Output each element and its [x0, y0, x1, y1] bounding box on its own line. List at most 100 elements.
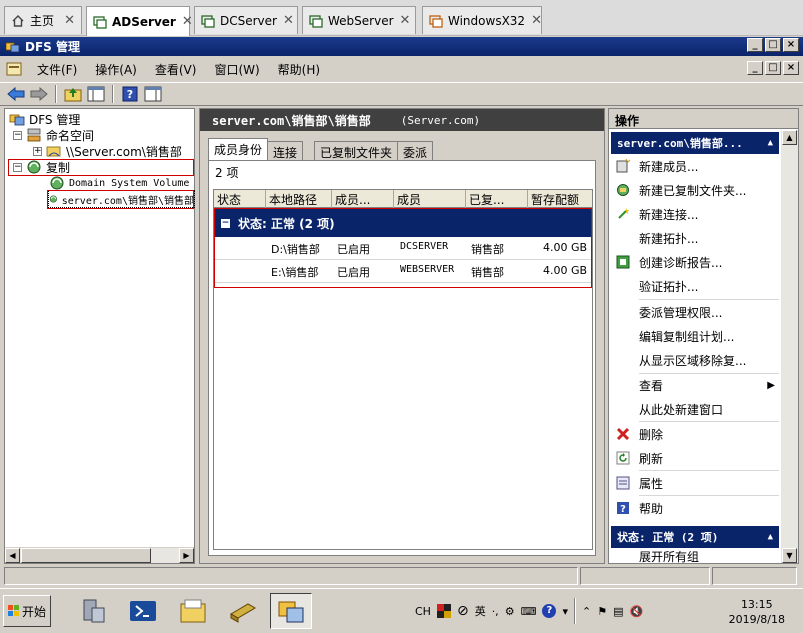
action-expand-all-groups[interactable]: 展开所有组: [611, 549, 777, 564]
action-create-diagnostic-report[interactable]: 创建诊断报告...: [611, 250, 777, 274]
show-hide-console-tree-button[interactable]: [86, 84, 106, 104]
folder-up-icon: [64, 88, 82, 102]
column-header-status[interactable]: 状态: [214, 190, 266, 208]
menu-help[interactable]: 帮助(H): [269, 59, 329, 80]
close-icon[interactable]: ✕: [400, 13, 411, 28]
tab-connections[interactable]: 连接: [267, 141, 304, 161]
expand-toggle[interactable]: +: [33, 146, 42, 156]
menu-action[interactable]: 操作(A): [86, 59, 146, 80]
action-new-replicated-folder[interactable]: 新建已复制文件夹...: [611, 178, 777, 202]
action-new-window-from-here[interactable]: 从此处新建窗口: [611, 397, 777, 421]
tab-home[interactable]: 主页 ✕: [4, 6, 82, 34]
tab-windowsx32[interactable]: WindowsX32 ✕: [422, 6, 542, 34]
tree-horizontal-scrollbar[interactable]: ◀ ▶: [5, 547, 194, 563]
namespace-icon: [27, 128, 41, 142]
back-button[interactable]: [6, 84, 26, 104]
vm-icon: [429, 14, 443, 28]
ime-options-icon[interactable]: ▾: [562, 605, 568, 618]
scroll-up-button[interactable]: ▲: [782, 130, 797, 145]
actions-vertical-scrollbar[interactable]: ▲ ▼: [781, 130, 798, 563]
action-center-flag-icon[interactable]: ⚑: [597, 605, 607, 618]
tree-node-namespaces[interactable]: − 命名空间: [13, 127, 94, 143]
action-view[interactable]: 查看 ▶: [611, 373, 777, 397]
action-delegate-management[interactable]: 委派管理权限...: [611, 300, 777, 324]
action-remove-from-display[interactable]: 从显示区域移除复...: [611, 348, 777, 372]
action-new-connection[interactable]: 新建连接...: [611, 202, 777, 226]
scroll-thumb[interactable]: [21, 548, 151, 563]
close-icon[interactable]: ✕: [64, 13, 75, 28]
taskbar-powershell[interactable]: [122, 593, 164, 629]
up-level-button[interactable]: [63, 84, 83, 104]
column-header-local-path[interactable]: 本地路径: [266, 190, 332, 208]
ime-disabled-icon[interactable]: ⊘: [457, 603, 469, 619]
taskbar-server-manager[interactable]: [72, 593, 114, 629]
scroll-left-button[interactable]: ◀: [5, 548, 20, 563]
scroll-down-button[interactable]: ▼: [782, 548, 797, 563]
show-hide-action-pane-button[interactable]: [143, 84, 163, 104]
dfs-icon: [5, 41, 20, 53]
window-title: DFS 管理: [25, 40, 80, 54]
tab-adserver[interactable]: ADServer ✕: [86, 6, 193, 36]
minimize-button[interactable]: _: [747, 38, 763, 52]
child-minimize-button[interactable]: _: [747, 61, 763, 75]
tab-dcserver[interactable]: DCServer ✕: [194, 6, 298, 34]
server-manager-icon: [83, 599, 105, 623]
language-indicator[interactable]: CH: [415, 605, 431, 618]
collapse-toggle[interactable]: −: [13, 130, 22, 140]
column-header-member-status[interactable]: 成员...: [332, 190, 394, 208]
window-title-bar[interactable]: DFS 管理 _ □ ×: [0, 37, 803, 56]
tree-node-namespace-server[interactable]: + \\Server.com\销售部: [33, 143, 182, 159]
actions-section-status[interactable]: 状态: 正常 (2 项) ▲: [611, 526, 779, 548]
ime-keyboard-icon[interactable]: ⌨: [521, 605, 537, 618]
action-new-topology[interactable]: 新建拓扑...: [611, 226, 777, 250]
menu-file[interactable]: 文件(F): [28, 59, 86, 80]
actions-section-replication-group[interactable]: server.com\销售部... ▲: [611, 132, 779, 154]
menu-view[interactable]: 查看(V): [146, 59, 206, 80]
ime-punctuation-icon[interactable]: ·,: [492, 605, 499, 618]
column-header-replicated-folder[interactable]: 已复...: [466, 190, 528, 208]
highlight-box-replication: [8, 159, 194, 176]
tab-webserver[interactable]: WebServer ✕: [302, 6, 416, 34]
taskbar-explorer[interactable]: [172, 593, 214, 629]
tab-replicated-folders[interactable]: 已复制文件夹: [314, 141, 399, 161]
action-new-member[interactable]: 新建成员...: [611, 154, 777, 178]
network-icon[interactable]: ▤: [613, 605, 623, 618]
scroll-right-button[interactable]: ▶: [179, 548, 194, 563]
action-edit-replication-schedule[interactable]: 编辑复制组计划...: [611, 324, 777, 348]
help-book-icon: ?: [122, 86, 138, 102]
ime-mode-icon[interactable]: [436, 604, 451, 618]
start-button[interactable]: 开始: [3, 595, 51, 627]
tab-delegation[interactable]: 委派: [397, 141, 434, 161]
toolbar-separator: [55, 85, 57, 103]
column-header-staging-quota[interactable]: 暂存配额: [528, 190, 592, 208]
close-icon[interactable]: ✕: [531, 13, 542, 28]
action-help[interactable]: ? 帮助: [611, 496, 777, 520]
menu-window[interactable]: 窗口(W): [205, 59, 268, 80]
close-icon[interactable]: ✕: [182, 14, 193, 29]
ime-tools-icon[interactable]: ⚙: [505, 605, 515, 618]
volume-muted-icon[interactable]: 🔇: [629, 605, 643, 618]
taskbar-tools[interactable]: [222, 593, 264, 629]
home-icon: [11, 14, 25, 28]
action-refresh[interactable]: 刷新: [611, 446, 777, 470]
toolbar-separator: [112, 85, 114, 103]
ime-help-icon[interactable]: ?: [542, 604, 557, 618]
help-button[interactable]: ?: [120, 84, 140, 104]
taskbar-dfs-management[interactable]: [270, 593, 312, 629]
close-button[interactable]: ×: [783, 38, 799, 52]
forward-button[interactable]: [29, 84, 49, 104]
action-verify-topology[interactable]: 验证拓扑...: [611, 274, 777, 298]
action-delete[interactable]: 删除: [611, 422, 777, 446]
child-restore-button[interactable]: □: [765, 61, 781, 75]
maximize-button[interactable]: □: [765, 38, 781, 52]
system-clock[interactable]: 13:15 2019/8/18: [729, 597, 785, 627]
column-header-member[interactable]: 成员: [394, 190, 466, 208]
show-hidden-icons-icon[interactable]: ⌃: [582, 605, 591, 618]
tree-node-domain-system-volume[interactable]: Domain System Volume: [49, 175, 189, 191]
close-icon[interactable]: ✕: [283, 13, 294, 28]
tab-membership[interactable]: 成员身份: [208, 138, 269, 161]
action-properties[interactable]: 属性: [611, 471, 777, 495]
child-close-button[interactable]: ×: [783, 61, 799, 75]
ime-language-label[interactable]: 英: [475, 603, 486, 619]
tree-node-dfs-management[interactable]: DFS 管理: [9, 111, 80, 127]
